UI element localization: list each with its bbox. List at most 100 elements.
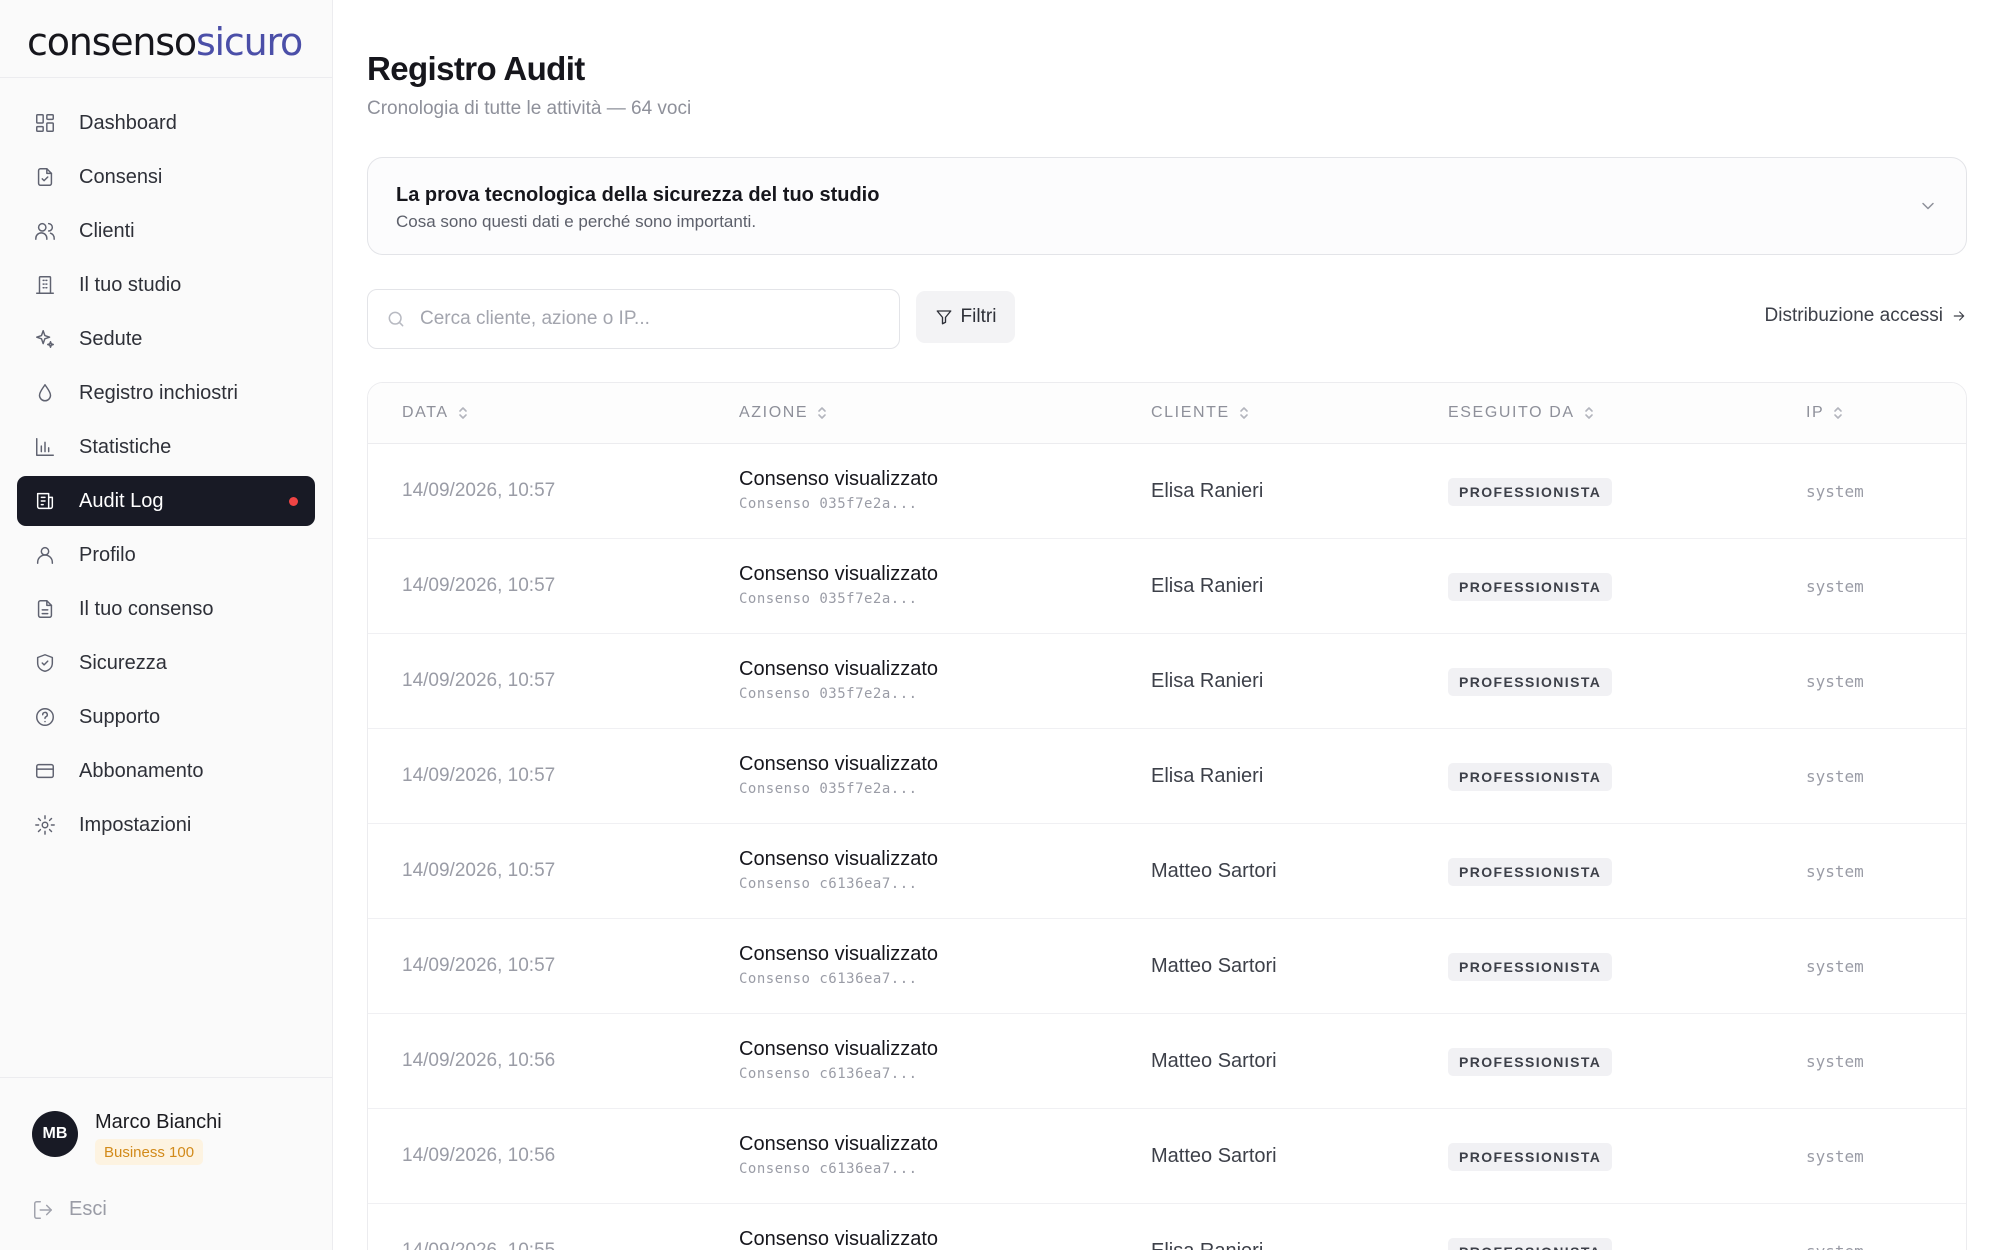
distribution-link[interactable]: Distribuzione accessi xyxy=(1765,305,1967,327)
column-header-label: CLIENTE xyxy=(1151,404,1230,421)
table-row[interactable]: 14/09/2026, 10:57 Consenso visualizzato … xyxy=(368,444,1966,539)
row-date: 14/09/2026, 10:57 xyxy=(402,575,556,596)
sidebar-item-audit-log[interactable]: Audit Log xyxy=(17,476,315,526)
role-badge: PROFESSIONISTA xyxy=(1448,1238,1613,1250)
row-client: Elisa Ranieri xyxy=(1151,765,1264,787)
sidebar-item-impostazioni[interactable]: Impostazioni xyxy=(17,800,315,850)
page-subtitle: Cronologia di tutte le attività — 64 voc… xyxy=(367,98,692,119)
row-ip: system xyxy=(1806,1147,1864,1166)
sidebar-item-supporto[interactable]: Supporto xyxy=(17,692,315,742)
row-date: 14/09/2026, 10:57 xyxy=(402,480,556,501)
sidebar-item-label: Impostazioni xyxy=(79,813,192,836)
table-row[interactable]: 14/09/2026, 10:57 Consenso visualizzato … xyxy=(368,919,1966,1014)
sidebar: consensosicuro Dashboard Consensi Client… xyxy=(0,0,333,1250)
column-header-ip[interactable]: IP xyxy=(1806,404,1844,422)
shield-check-icon xyxy=(33,651,57,675)
row-client: Matteo Sartori xyxy=(1151,860,1277,882)
role-badge: PROFESSIONISTA xyxy=(1448,1048,1613,1076)
sidebar-item-profilo[interactable]: Profilo xyxy=(17,530,315,580)
ink-drop-icon xyxy=(33,381,57,405)
table-row[interactable]: 14/09/2026, 10:55 Consenso visualizzato … xyxy=(368,1204,1966,1250)
role-badge: PROFESSIONISTA xyxy=(1448,478,1613,506)
row-action: Consenso visualizzato xyxy=(739,563,938,585)
row-client: Matteo Sartori xyxy=(1151,1145,1277,1167)
document-text-icon xyxy=(33,597,57,621)
sidebar-item-studio[interactable]: Il tuo studio xyxy=(17,260,315,310)
row-action: Consenso visualizzato xyxy=(739,658,938,680)
row-reference: Consenso c6136ea7... xyxy=(739,876,918,892)
table-row[interactable]: 14/09/2026, 10:57 Consenso visualizzato … xyxy=(368,539,1966,634)
role-badge: PROFESSIONISTA xyxy=(1448,858,1613,886)
sidebar-item-label: Supporto xyxy=(79,705,161,728)
sort-icon xyxy=(1834,407,1843,419)
sidebar-item-dashboard[interactable]: Dashboard xyxy=(17,98,315,148)
column-header-date[interactable]: DATA xyxy=(402,404,469,422)
sort-icon xyxy=(458,407,467,419)
page-title: Registro Audit xyxy=(367,50,585,87)
sidebar-item-il-tuo-consenso[interactable]: Il tuo consenso xyxy=(17,584,315,634)
sidebar-item-abbonamento[interactable]: Abbonamento xyxy=(17,746,315,796)
table-row[interactable]: 14/09/2026, 10:56 Consenso visualizzato … xyxy=(368,1014,1966,1109)
sidebar-item-label: Clienti xyxy=(79,219,135,242)
sidebar-item-statistiche[interactable]: Statistiche xyxy=(17,422,315,472)
sidebar-item-label: Consensi xyxy=(79,165,163,188)
main-content: Registro Audit Cronologia di tutte le at… xyxy=(333,0,2000,1250)
row-ip: system xyxy=(1806,957,1864,976)
sidebar-item-registro-inchiostri[interactable]: Registro inchiostri xyxy=(17,368,315,418)
row-ip: system xyxy=(1806,767,1864,786)
sidebar-item-label: Dashboard xyxy=(79,111,177,134)
column-header-executed-by[interactable]: ESEGUITO DA xyxy=(1448,404,1595,422)
column-header-label: DATA xyxy=(402,404,449,421)
row-reference: Consenso 035f7e2a... xyxy=(739,686,918,702)
filter-label: Filtri xyxy=(960,306,997,327)
row-action: Consenso visualizzato xyxy=(739,753,938,775)
sort-icon xyxy=(818,407,826,419)
sidebar-item-clienti[interactable]: Clienti xyxy=(17,206,315,256)
plan-badge: Business 100 xyxy=(95,1139,204,1165)
sidebar-item-label: Il tuo consenso xyxy=(79,597,214,620)
audit-log-icon xyxy=(33,489,57,513)
row-client: Elisa Ranieri xyxy=(1151,670,1264,692)
row-client: Matteo Sartori xyxy=(1151,1050,1277,1072)
row-ip: system xyxy=(1806,482,1864,501)
gear-icon xyxy=(33,813,57,837)
row-date: 14/09/2026, 10:56 xyxy=(402,1145,556,1166)
sidebar-item-label: Registro inchiostri xyxy=(79,381,238,404)
credit-card-icon xyxy=(33,759,57,783)
row-action: Consenso visualizzato xyxy=(739,468,938,490)
sidebar-item-label: Sicurezza xyxy=(79,651,167,674)
table-row[interactable]: 14/09/2026, 10:57 Consenso visualizzato … xyxy=(368,729,1966,824)
logout-icon xyxy=(34,1200,52,1219)
role-badge: PROFESSIONISTA xyxy=(1448,953,1613,981)
role-badge: PROFESSIONISTA xyxy=(1448,668,1613,696)
sidebar-item-sicurezza[interactable]: Sicurezza xyxy=(17,638,315,688)
column-header-action[interactable]: AZIONE xyxy=(739,404,828,422)
table-row[interactable]: 14/09/2026, 10:56 Consenso visualizzato … xyxy=(368,1109,1966,1204)
sort-icon xyxy=(1239,407,1248,419)
row-client: Matteo Sartori xyxy=(1151,955,1277,977)
row-ip: system xyxy=(1806,577,1864,596)
table-row[interactable]: 14/09/2026, 10:57 Consenso visualizzato … xyxy=(368,824,1966,919)
search-box xyxy=(367,289,900,349)
info-card-accordion[interactable]: La prova tecnologica della sicurezza del… xyxy=(367,157,1967,255)
sidebar-item-label: Statistiche xyxy=(79,435,172,458)
sidebar-item-sedute[interactable]: Sedute xyxy=(17,314,315,364)
sidebar-nav: Dashboard Consensi Clienti Il tuo studio… xyxy=(0,78,332,850)
search-input[interactable] xyxy=(420,308,880,330)
dashboard-icon xyxy=(33,111,57,135)
row-reference: Consenso c6136ea7... xyxy=(739,1161,918,1177)
building-icon xyxy=(33,273,57,297)
table-header: DATA AZIONE CLIENTE ESEGUITO DA IP xyxy=(368,383,1966,444)
logout-button[interactable]: Esci xyxy=(32,1198,107,1221)
brand-logo[interactable]: consensosicuro xyxy=(0,0,332,78)
table-row[interactable]: 14/09/2026, 10:57 Consenso visualizzato … xyxy=(368,634,1966,729)
audit-table: DATA AZIONE CLIENTE ESEGUITO DA IP 14/09… xyxy=(367,382,1967,1250)
sparkles-icon xyxy=(33,327,57,351)
sidebar-item-label: Audit Log xyxy=(79,489,164,512)
filter-button[interactable]: Filtri xyxy=(916,291,1015,343)
column-header-client[interactable]: CLIENTE xyxy=(1151,404,1250,422)
sidebar-item-consensi[interactable]: Consensi xyxy=(17,152,315,202)
role-badge: PROFESSIONISTA xyxy=(1448,573,1613,601)
avatar[interactable]: MB xyxy=(32,1111,78,1157)
row-reference: Consenso c6136ea7... xyxy=(739,971,918,987)
